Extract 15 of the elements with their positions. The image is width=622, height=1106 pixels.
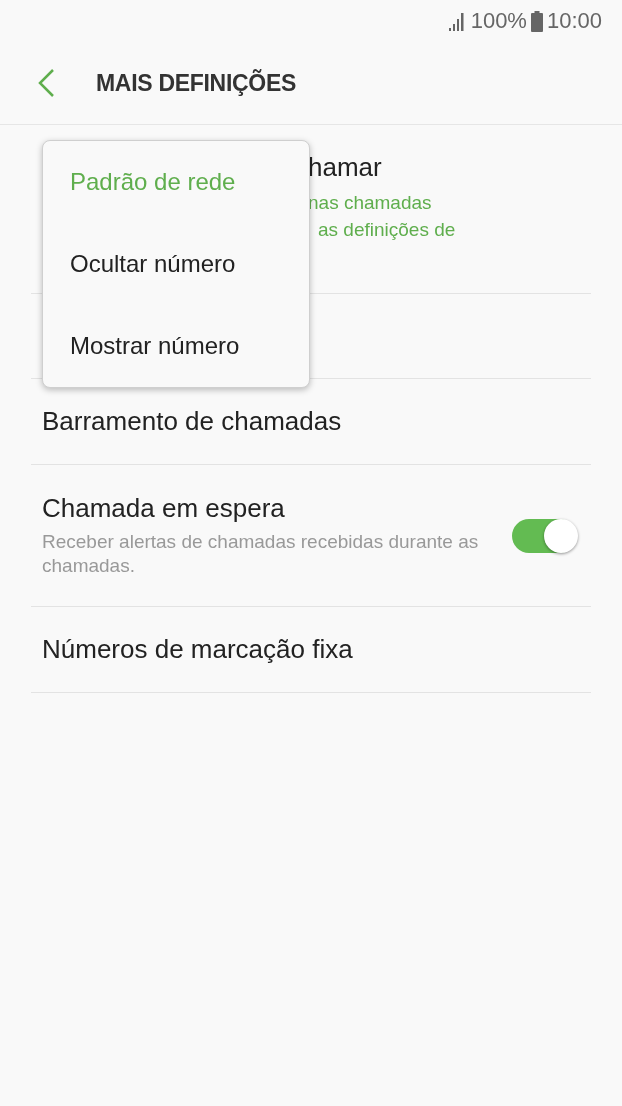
page-title: MAIS DEFINIÇÕES xyxy=(96,69,296,97)
setting-value: as definições de xyxy=(317,217,457,242)
setting-title: Chamada em espera xyxy=(42,493,286,524)
setting-title: hamar xyxy=(308,151,383,183)
battery-percent: 100% xyxy=(470,8,527,34)
setting-description: Receber alertas de chamadas recebidas durante as chamadas. xyxy=(42,530,480,578)
setting-item[interactable]: Barramento de chamadas xyxy=(42,406,342,437)
battery-icon xyxy=(530,10,543,32)
signal-icon xyxy=(448,11,467,31)
back-icon[interactable] xyxy=(36,68,56,98)
setting-item[interactable]: Números de marcação fixa xyxy=(42,634,353,665)
toggle-switch[interactable] xyxy=(512,518,576,553)
menu-item[interactable]: Ocultar número xyxy=(43,223,309,305)
clock: 10:00 xyxy=(546,8,602,34)
menu-item[interactable]: Mostrar número xyxy=(43,305,309,387)
